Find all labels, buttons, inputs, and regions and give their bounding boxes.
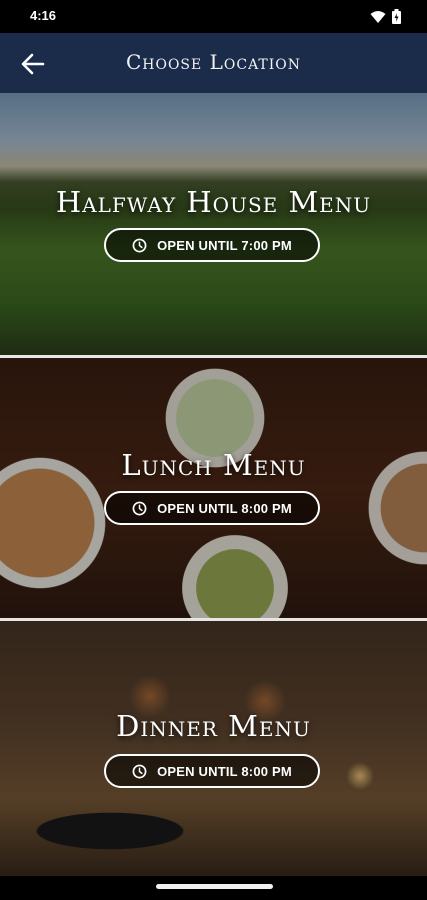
status-bar: 4:16 [0,0,427,33]
hours-text: OPEN UNTIL 8:00 PM [157,763,292,779]
navigation-bar [0,876,427,900]
hours-badge: OPEN UNTIL 7:00 PM [104,228,320,262]
card-overlay [0,93,427,355]
hours-text: OPEN UNTIL 7:00 PM [157,237,292,253]
menu-title: Lunch Menu [121,448,306,482]
clock-icon [132,764,147,778]
menu-title: Halfway House Menu [55,185,372,219]
hours-badge: OPEN UNTIL 8:00 PM [104,491,320,525]
menu-title: Dinner Menu [116,709,311,743]
clock-icon [132,501,147,515]
hours-badge: OPEN UNTIL 8:00 PM [104,754,320,788]
card-overlay [0,358,427,620]
status-icons [370,9,401,24]
battery-icon [392,9,401,24]
clock-icon [132,238,147,252]
menu-card-lunch[interactable]: Lunch Menu OPEN UNTIL 8:00 PM [0,358,427,620]
app-bar: Choose Location [0,33,427,93]
page-title: Choose Location [125,50,302,74]
status-time: 4:16 [30,8,57,23]
card-overlay [0,621,427,876]
menu-card-dinner[interactable]: Dinner Menu OPEN UNTIL 8:00 PM [0,621,427,876]
hours-text: OPEN UNTIL 8:00 PM [157,500,292,516]
wifi-icon [370,10,386,23]
home-indicator[interactable] [156,884,273,889]
menu-card-halfway-house[interactable]: Halfway House Menu OPEN UNTIL 7:00 PM [0,93,427,355]
